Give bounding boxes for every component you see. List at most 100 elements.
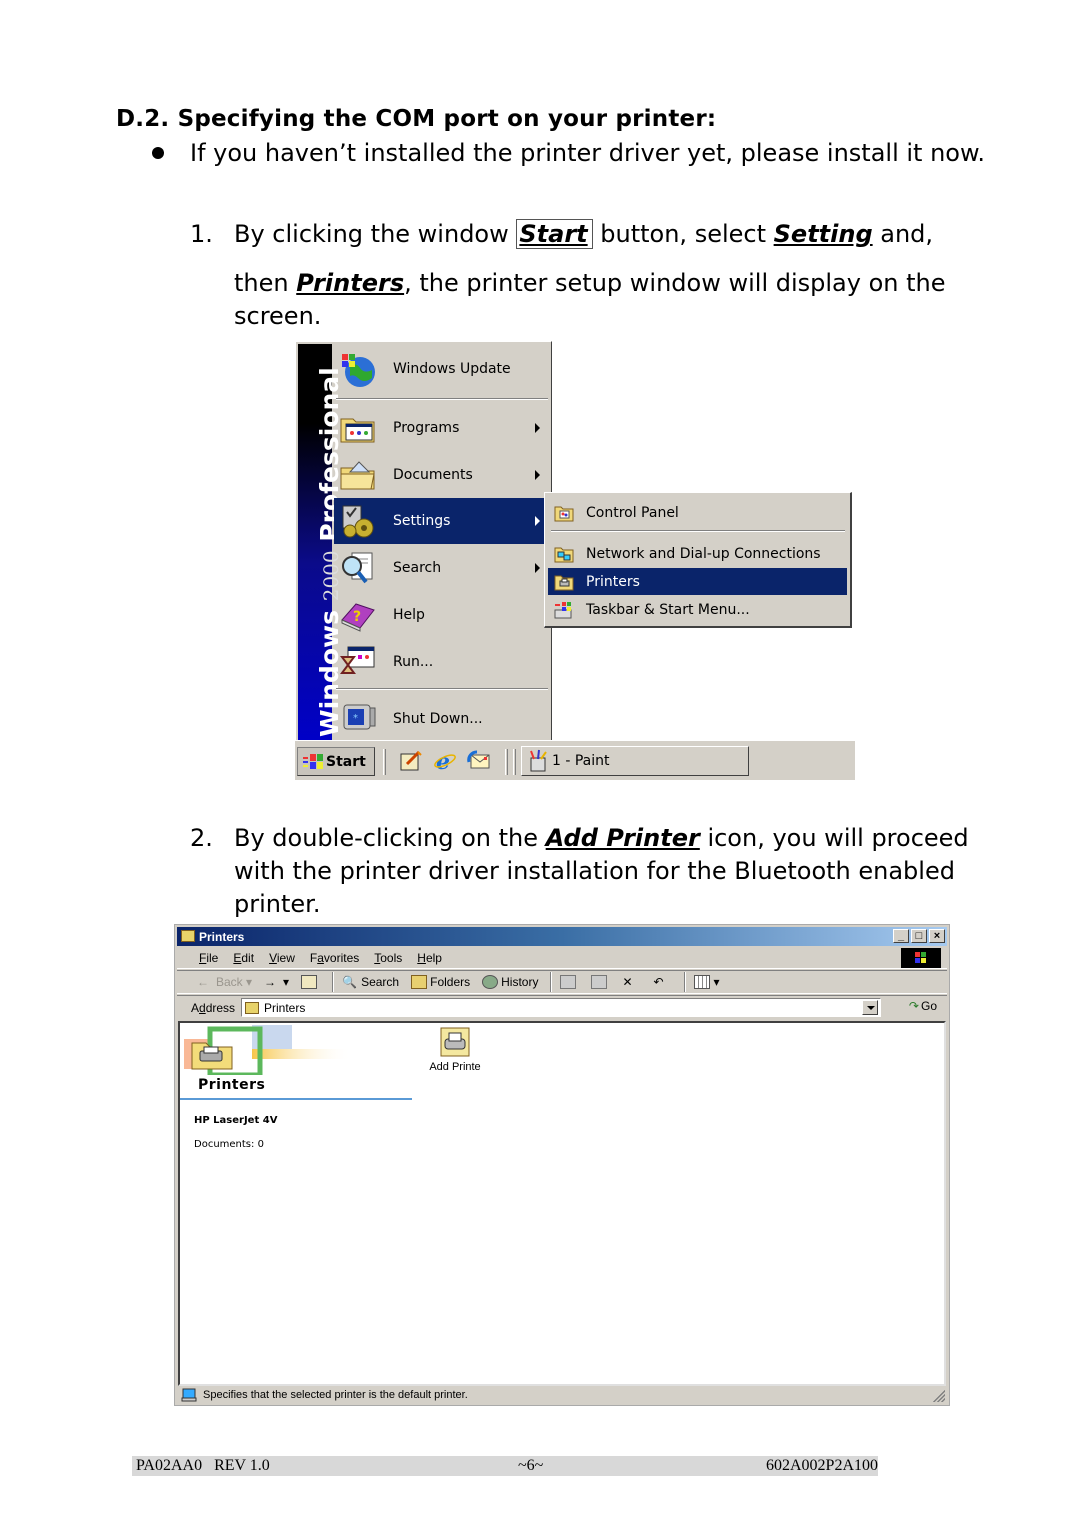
add-printer-icon bbox=[440, 1027, 470, 1057]
resize-grip[interactable] bbox=[933, 1390, 945, 1402]
standard-toolbar: ← Back ▾ → ▾ 🔍 Search Folders History ✕ ↶ ▾ bbox=[177, 970, 947, 994]
address-label: Address bbox=[191, 1000, 236, 1015]
settings-submenu: Control Panel Network and Dial-up Connec… bbox=[544, 492, 852, 628]
status-bar: Specifies that the selected printer is t… bbox=[177, 1387, 947, 1403]
views-icon bbox=[694, 975, 711, 989]
minimize-button[interactable]: _ bbox=[893, 929, 909, 943]
undo-button[interactable]: ↶ bbox=[653, 975, 672, 989]
network-icon bbox=[554, 545, 574, 563]
submenu-arrow-icon bbox=[535, 516, 540, 526]
run-icon bbox=[338, 645, 378, 679]
up-folder-button[interactable] bbox=[301, 975, 320, 989]
toolbar-separator bbox=[684, 972, 687, 992]
taskbar-button-paint[interactable]: 1 - Paint bbox=[521, 746, 749, 776]
start-menu: Windows 2000 Professional Windows Update… bbox=[295, 341, 552, 746]
menu-item-shut-down[interactable]: * Shut Down... bbox=[334, 696, 550, 742]
step-2-text: 2. By double-clicking on the Add Printer … bbox=[190, 822, 1000, 921]
menu-separator bbox=[336, 398, 548, 400]
menu-tools[interactable]: Tools bbox=[374, 951, 402, 965]
internet-explorer-icon[interactable]: e bbox=[433, 749, 457, 775]
start-menu-banner: Windows 2000 Professional bbox=[298, 344, 344, 743]
printers-window-screenshot: Printers _ □ × File Edit View Favorites … bbox=[174, 924, 950, 1406]
history-icon bbox=[482, 975, 499, 989]
menu-file[interactable]: File bbox=[199, 951, 218, 965]
move-to-button[interactable] bbox=[560, 975, 579, 989]
window-titlebar[interactable]: Printers _ □ × bbox=[177, 927, 947, 946]
start-button[interactable]: Start bbox=[297, 747, 375, 776]
step-1-line-2: then Printers, the printer setup window … bbox=[234, 267, 1004, 333]
toolbar-grip[interactable] bbox=[513, 749, 516, 775]
keyword-printers: Printers bbox=[296, 269, 405, 297]
forward-button[interactable]: → ▾ bbox=[264, 975, 289, 989]
submenu-item-taskbar[interactable]: Taskbar & Start Menu... bbox=[548, 596, 847, 623]
status-text: Specifies that the selected printer is t… bbox=[203, 1389, 468, 1401]
keyword-setting: Setting bbox=[773, 220, 873, 248]
add-printer-item[interactable]: Add Printe bbox=[420, 1027, 490, 1073]
page-footer: PA02AA0 REV 1.0 ~6~ 602A002P2A100 bbox=[132, 1456, 878, 1476]
taskbar: Start e 1 - Paint bbox=[295, 740, 855, 780]
menu-item-search[interactable]: Search bbox=[334, 545, 550, 591]
svg-text:*: * bbox=[353, 713, 358, 724]
section-heading: D.2. Specifying the COM port on your pri… bbox=[116, 106, 717, 132]
windows-throbber-icon bbox=[901, 948, 941, 968]
menu-edit[interactable]: Edit bbox=[233, 951, 254, 965]
history-button[interactable]: History bbox=[482, 975, 538, 989]
step-1-text: By clicking the window bbox=[234, 220, 517, 248]
printers-folder-icon bbox=[181, 930, 195, 942]
forward-arrow-icon: → bbox=[264, 975, 277, 989]
search-icon: 🔍 bbox=[342, 975, 358, 989]
toolbar-grip[interactable] bbox=[505, 749, 508, 775]
close-button[interactable]: × bbox=[929, 929, 945, 943]
submenu-item-printers[interactable]: Printers bbox=[548, 568, 847, 595]
menu-item-help[interactable]: ? Help bbox=[334, 592, 550, 638]
back-button[interactable]: ← Back ▾ bbox=[197, 975, 252, 989]
paint-icon bbox=[526, 749, 550, 773]
step-1-line-1: 1. By clicking the window Start button, s… bbox=[190, 218, 1010, 251]
menu-item-programs[interactable]: Programs bbox=[334, 405, 550, 451]
menu-item-settings[interactable]: Settings bbox=[334, 498, 550, 544]
printers-folder-icon bbox=[554, 573, 574, 591]
step-2-text-part: By double-clicking on the bbox=[234, 824, 546, 852]
menu-item-documents[interactable]: Documents bbox=[334, 452, 550, 498]
undo-icon: ↶ bbox=[653, 975, 664, 989]
svg-text:?: ? bbox=[353, 609, 361, 625]
go-button[interactable]: ↷ Go bbox=[909, 999, 937, 1013]
add-printer-label: Add Printe bbox=[429, 1061, 481, 1073]
address-dropdown-button[interactable] bbox=[862, 1000, 878, 1015]
toolbar-grip[interactable] bbox=[383, 749, 386, 775]
selected-printer-documents: Documents: 0 bbox=[194, 1139, 264, 1150]
bullet-dot bbox=[152, 147, 164, 159]
computer-icon bbox=[181, 1388, 197, 1402]
bullet-text: If you haven’t installed the printer dri… bbox=[190, 139, 986, 167]
menu-help[interactable]: Help bbox=[417, 951, 442, 965]
footer-doc-id: PA02AA0 REV 1.0 bbox=[136, 1457, 270, 1474]
windows-logo-icon bbox=[302, 753, 324, 771]
documents-icon bbox=[338, 458, 378, 492]
folders-button[interactable]: Folders bbox=[411, 975, 470, 989]
menu-item-run[interactable]: Run... bbox=[334, 639, 550, 685]
views-button[interactable]: ▾ bbox=[694, 975, 720, 989]
submenu-arrow-icon bbox=[535, 423, 540, 433]
copy-to-icon bbox=[591, 975, 608, 989]
menu-item-windows-update[interactable]: Windows Update bbox=[334, 346, 550, 392]
folders-icon bbox=[411, 975, 428, 989]
printers-banner-graphic bbox=[184, 1025, 352, 1078]
step-2-number: 2. bbox=[190, 824, 213, 852]
outlook-express-icon[interactable] bbox=[467, 750, 491, 772]
settings-icon bbox=[338, 504, 378, 538]
menu-separator bbox=[336, 688, 548, 690]
search-icon bbox=[338, 551, 378, 585]
keyword-start: Start bbox=[516, 219, 593, 249]
submenu-item-control-panel[interactable]: Control Panel bbox=[548, 499, 847, 526]
menu-favorites[interactable]: Favorites bbox=[310, 951, 359, 965]
show-desktop-icon[interactable] bbox=[399, 750, 423, 772]
copy-to-button[interactable] bbox=[591, 975, 610, 989]
search-button[interactable]: 🔍 Search bbox=[342, 975, 399, 989]
submenu-item-network[interactable]: Network and Dial-up Connections bbox=[548, 540, 847, 567]
delete-button[interactable]: ✕ bbox=[622, 975, 641, 989]
address-input[interactable]: Printers bbox=[241, 998, 881, 1017]
selected-printer-name: HP LaserJet 4V bbox=[194, 1115, 278, 1126]
banner-divider bbox=[180, 1098, 412, 1100]
menu-view[interactable]: View bbox=[269, 951, 295, 965]
maximize-button[interactable]: □ bbox=[911, 929, 927, 943]
